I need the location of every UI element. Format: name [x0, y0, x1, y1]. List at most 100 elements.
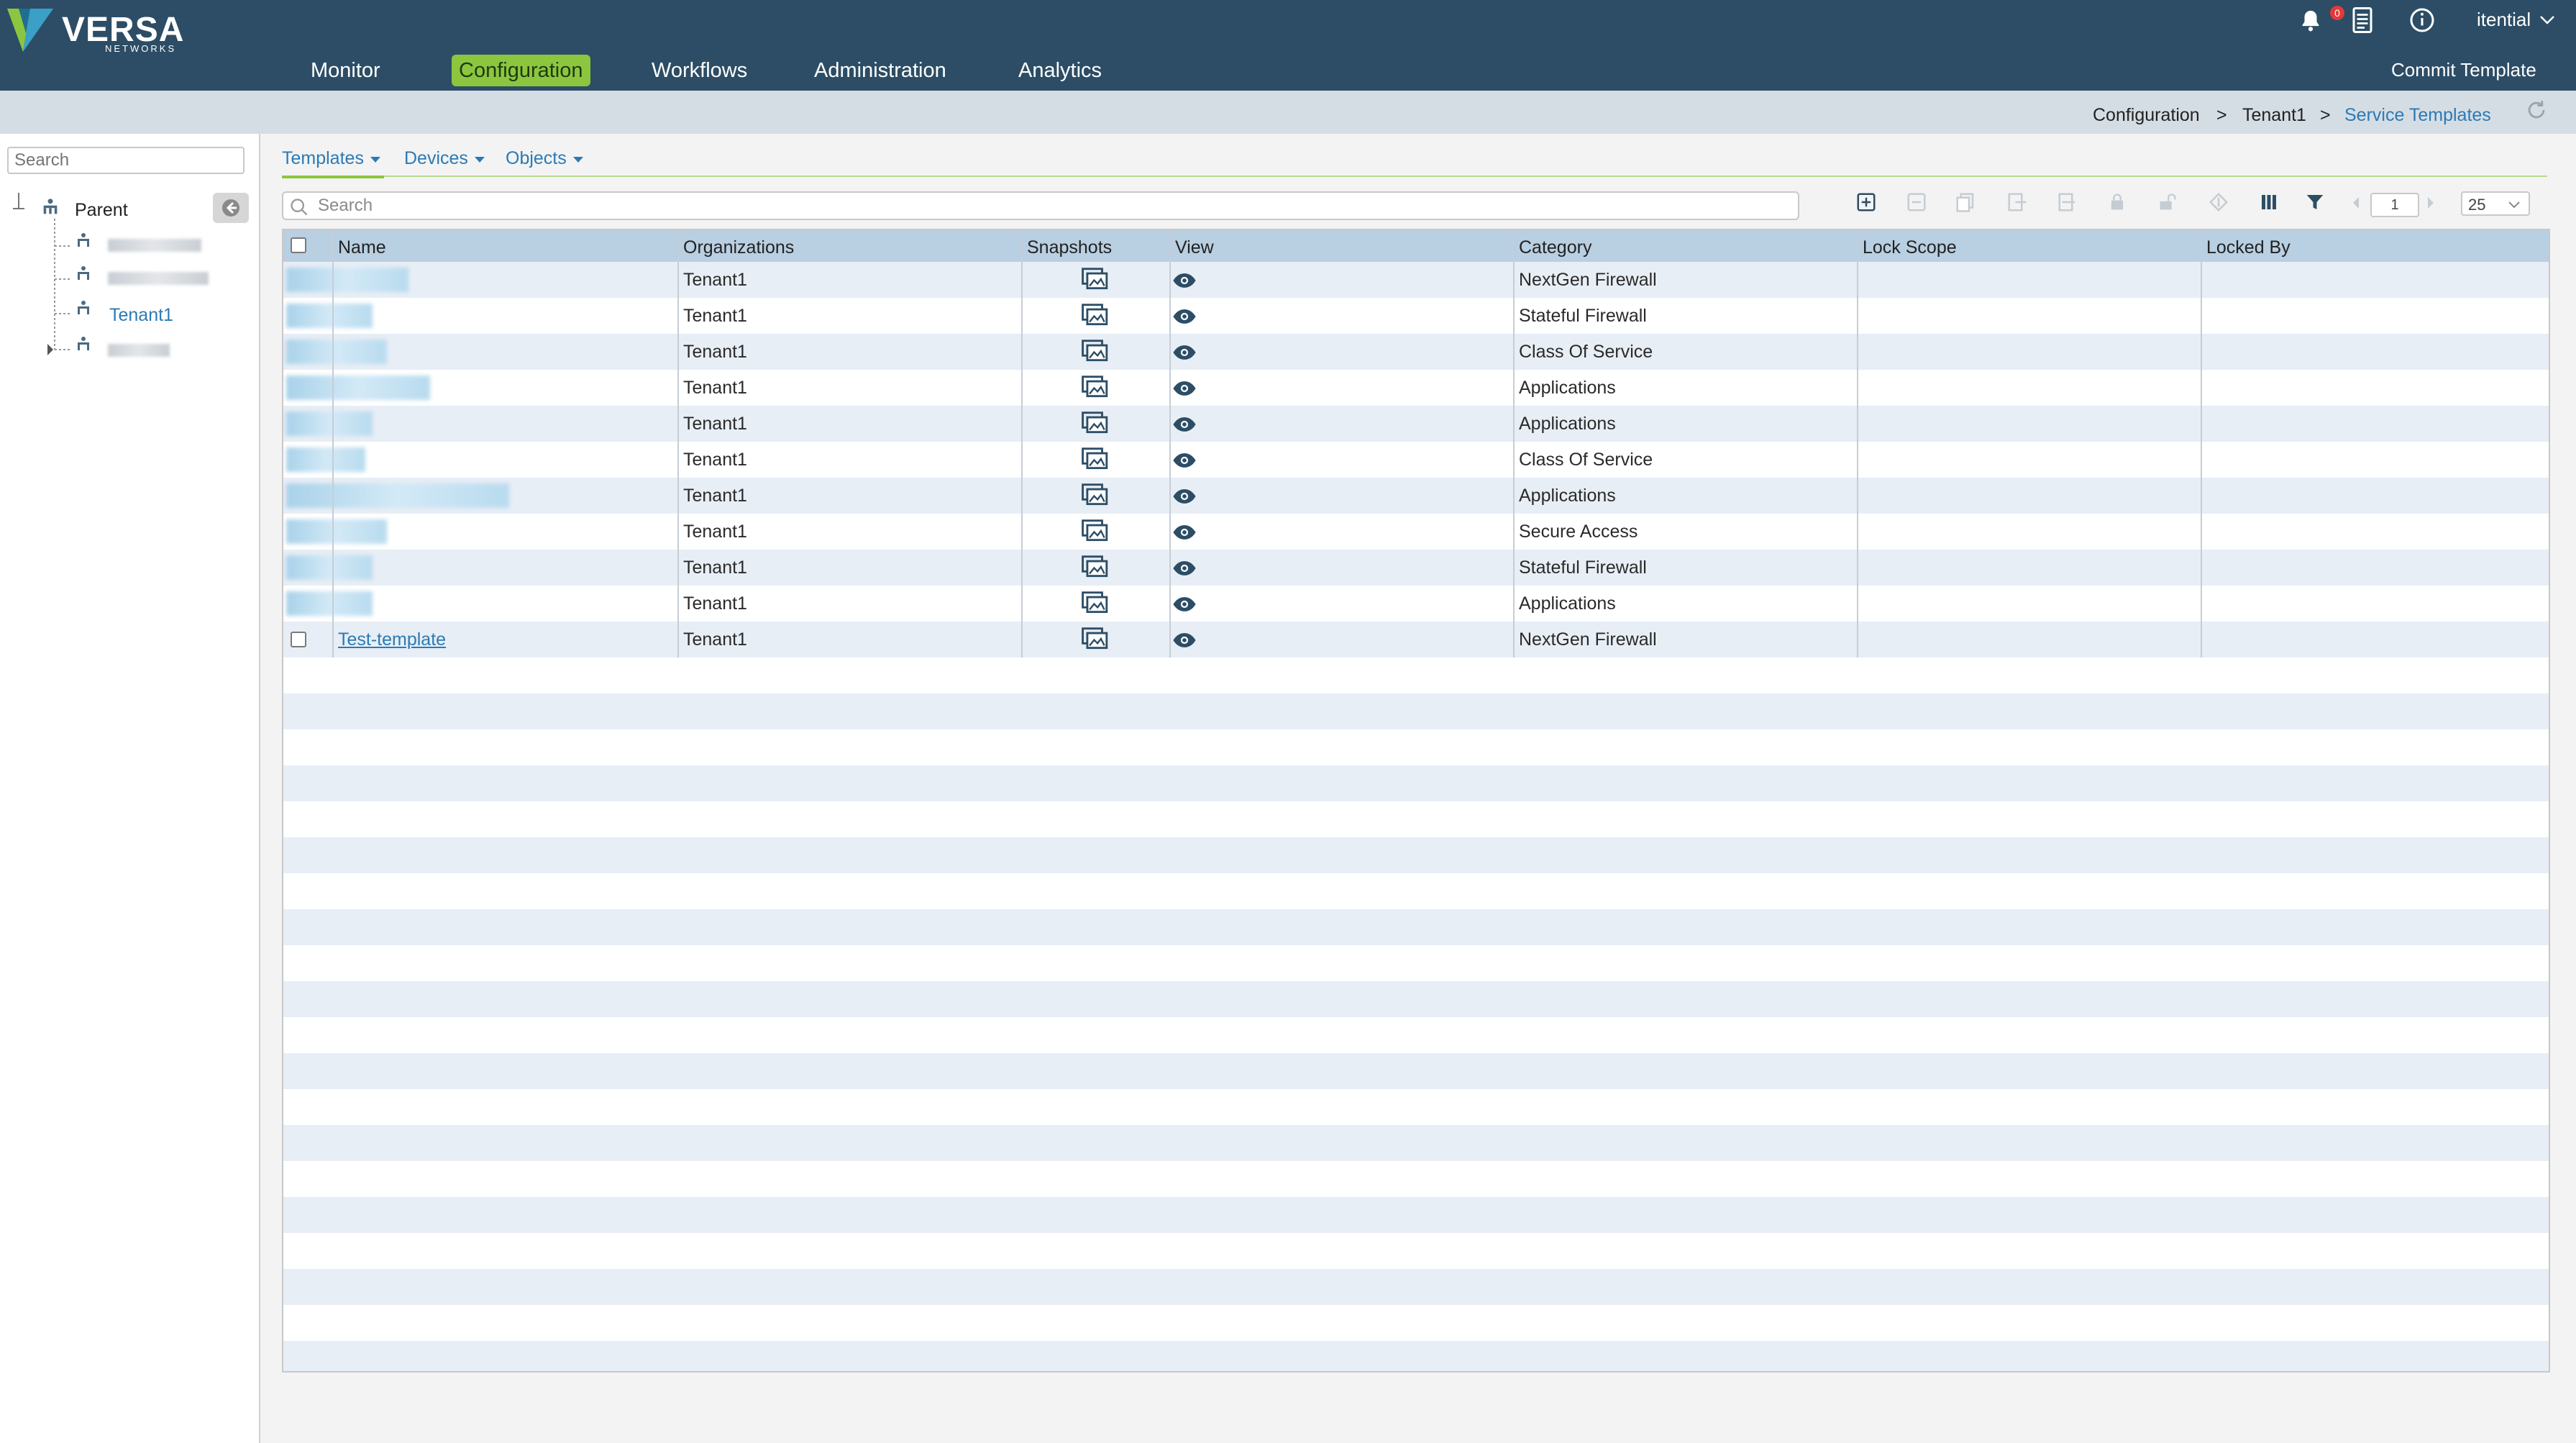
eye-icon[interactable]	[1172, 524, 1197, 541]
prev-page-icon[interactable]	[2349, 194, 2363, 211]
filter-icon[interactable]	[2304, 191, 2326, 213]
org-tree-icon	[43, 199, 58, 214]
cell-name[interactable]: Test-template	[338, 622, 669, 657]
grid-search-input[interactable]	[282, 191, 1799, 220]
tree-node-redacted[interactable]	[108, 344, 170, 357]
eye-icon[interactable]	[1172, 272, 1197, 289]
table-row[interactable]: Tenant1 Stateful Firewall	[283, 298, 2549, 334]
table-row[interactable]: Tenant1 Secure Access	[283, 514, 2549, 550]
deploy-icon[interactable]	[2208, 191, 2229, 213]
clone-icon[interactable]	[1955, 191, 1976, 213]
refresh-icon[interactable]	[2524, 98, 2549, 122]
user-menu[interactable]: itential	[2477, 9, 2556, 31]
columns-icon[interactable]	[2258, 191, 2280, 213]
cell-name[interactable]	[338, 370, 669, 406]
eye-icon[interactable]	[1172, 380, 1197, 397]
export-icon[interactable]	[2006, 191, 2028, 213]
page-size-select[interactable]: 25	[2461, 191, 2530, 216]
tree-node-redacted[interactable]	[108, 272, 209, 285]
tree-node-tenant1[interactable]: Tenant1	[109, 305, 173, 326]
snapshot-icon[interactable]	[1082, 519, 1109, 542]
snapshot-icon[interactable]	[1082, 555, 1109, 578]
col-header-snapshots[interactable]: Snapshots	[1027, 230, 1112, 262]
eye-icon[interactable]	[1172, 416, 1197, 433]
eye-icon[interactable]	[1172, 488, 1197, 505]
col-header-view[interactable]: View	[1175, 230, 1214, 262]
eye-icon[interactable]	[1172, 596, 1197, 613]
cell-name[interactable]	[338, 478, 669, 514]
collapse-panel-button[interactable]	[213, 193, 249, 223]
cell-category: NextGen Firewall	[1519, 270, 1657, 290]
versa-logo[interactable]	[4, 4, 55, 55]
cell-name[interactable]	[338, 334, 669, 370]
tree-node-parent[interactable]: Parent	[75, 200, 128, 221]
table-row[interactable]: Tenant1 Stateful Firewall	[283, 550, 2549, 586]
snapshot-icon[interactable]	[1082, 375, 1109, 399]
eye-icon[interactable]	[1172, 308, 1197, 325]
document-icon[interactable]	[2352, 7, 2373, 33]
breadcrumb-tenant[interactable]: Tenant1	[2242, 105, 2306, 126]
nav-workflows[interactable]: Workflows	[652, 55, 747, 86]
tree-node-redacted[interactable]	[108, 239, 201, 252]
cell-name[interactable]	[338, 442, 669, 478]
snapshot-icon[interactable]	[1082, 304, 1109, 327]
table-row[interactable]: Tenant1 Applications	[283, 586, 2549, 622]
cell-organization: Tenant1	[683, 270, 747, 290]
lock-icon[interactable]	[2107, 191, 2127, 213]
col-header-organizations[interactable]: Organizations	[683, 230, 794, 262]
empty-row	[283, 1161, 2549, 1197]
tab-templates[interactable]: Templates	[282, 148, 382, 169]
info-icon[interactable]	[2409, 7, 2435, 33]
org-tree-icon	[78, 233, 89, 247]
col-header-name[interactable]: Name	[338, 230, 386, 262]
snapshot-icon[interactable]	[1082, 627, 1109, 650]
nav-administration[interactable]: Administration	[814, 55, 946, 86]
eye-icon[interactable]	[1172, 344, 1197, 361]
chevron-down-icon	[2508, 201, 2520, 209]
import-icon[interactable]	[2057, 191, 2078, 213]
cell-name[interactable]	[338, 406, 669, 442]
add-icon[interactable]	[1855, 191, 1877, 213]
tab-objects[interactable]: Objects	[506, 148, 585, 169]
cell-name[interactable]	[338, 514, 669, 550]
table-row[interactable]: Tenant1 NextGen Firewall	[283, 262, 2549, 299]
snapshot-icon[interactable]	[1082, 447, 1109, 470]
cell-name[interactable]	[338, 586, 669, 622]
col-header-lock-scope[interactable]: Lock Scope	[1863, 230, 1957, 262]
delete-icon[interactable]	[1906, 191, 1927, 213]
table-row[interactable]: Test-template Tenant1 NextGen Firewall	[283, 622, 2549, 658]
select-all-checkbox[interactable]	[291, 237, 306, 253]
cell-name[interactable]	[338, 262, 669, 298]
nav-monitor[interactable]: Monitor	[311, 55, 380, 86]
table-row[interactable]: Tenant1 Applications	[283, 478, 2549, 514]
nav-configuration[interactable]: Configuration	[452, 55, 590, 86]
commit-template-button[interactable]: Commit Template	[2391, 59, 2536, 81]
col-header-category[interactable]: Category	[1519, 230, 1591, 262]
caret-down-icon	[474, 157, 485, 163]
eye-icon[interactable]	[1172, 452, 1197, 469]
unlock-icon[interactable]	[2157, 191, 2178, 213]
snapshot-icon[interactable]	[1082, 591, 1109, 614]
next-page-icon[interactable]	[2424, 194, 2438, 211]
nav-analytics[interactable]: Analytics	[1018, 55, 1102, 86]
table-row[interactable]: Tenant1 Applications	[283, 370, 2549, 406]
table-row[interactable]: Tenant1 Class Of Service	[283, 442, 2549, 478]
table-row[interactable]: Tenant1 Class Of Service	[283, 334, 2549, 370]
eye-icon[interactable]	[1172, 560, 1197, 577]
bell-icon[interactable]	[2298, 9, 2323, 33]
eye-icon[interactable]	[1172, 632, 1197, 649]
cell-name[interactable]	[338, 298, 669, 334]
col-header-locked-by[interactable]: Locked By	[2206, 230, 2290, 262]
cell-name[interactable]	[338, 550, 669, 586]
empty-row	[283, 873, 2549, 909]
page-number-input[interactable]: 1	[2370, 193, 2419, 217]
tree-search-input[interactable]	[7, 147, 245, 174]
table-row[interactable]: Tenant1 Applications	[283, 406, 2549, 442]
tab-devices[interactable]: Devices	[404, 148, 486, 169]
breadcrumb-configuration[interactable]: Configuration	[2093, 105, 2200, 126]
snapshot-icon[interactable]	[1082, 268, 1109, 291]
snapshot-icon[interactable]	[1082, 411, 1109, 434]
row-checkbox[interactable]	[291, 632, 306, 647]
snapshot-icon[interactable]	[1082, 340, 1109, 363]
snapshot-icon[interactable]	[1082, 483, 1109, 506]
